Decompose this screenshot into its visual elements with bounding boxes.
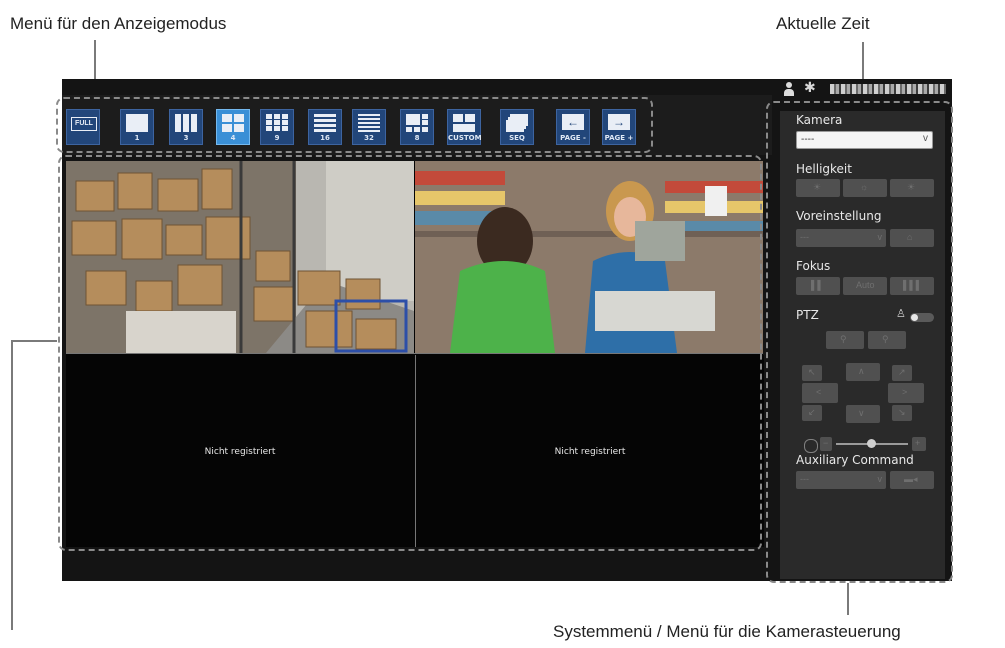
video-grid-highlight [58, 155, 762, 551]
user-icon[interactable] [784, 82, 794, 96]
gear-icon[interactable]: ✱ [804, 80, 816, 96]
callout-display-mode-menu: Menü für den Anzeigemodus [10, 14, 227, 33]
leader-line-side-menu [847, 583, 849, 615]
current-time-display [830, 84, 946, 94]
callout-system-camera-menu: Systemmenü / Menü für die Kamerasteuerun… [553, 622, 901, 641]
side-menu-highlight [766, 101, 953, 583]
mode-menu-highlight [56, 97, 653, 153]
leader-line-grid-v [11, 340, 13, 630]
callout-current-time: Aktuelle Zeit [776, 14, 870, 33]
leader-line-grid-h [11, 340, 57, 342]
